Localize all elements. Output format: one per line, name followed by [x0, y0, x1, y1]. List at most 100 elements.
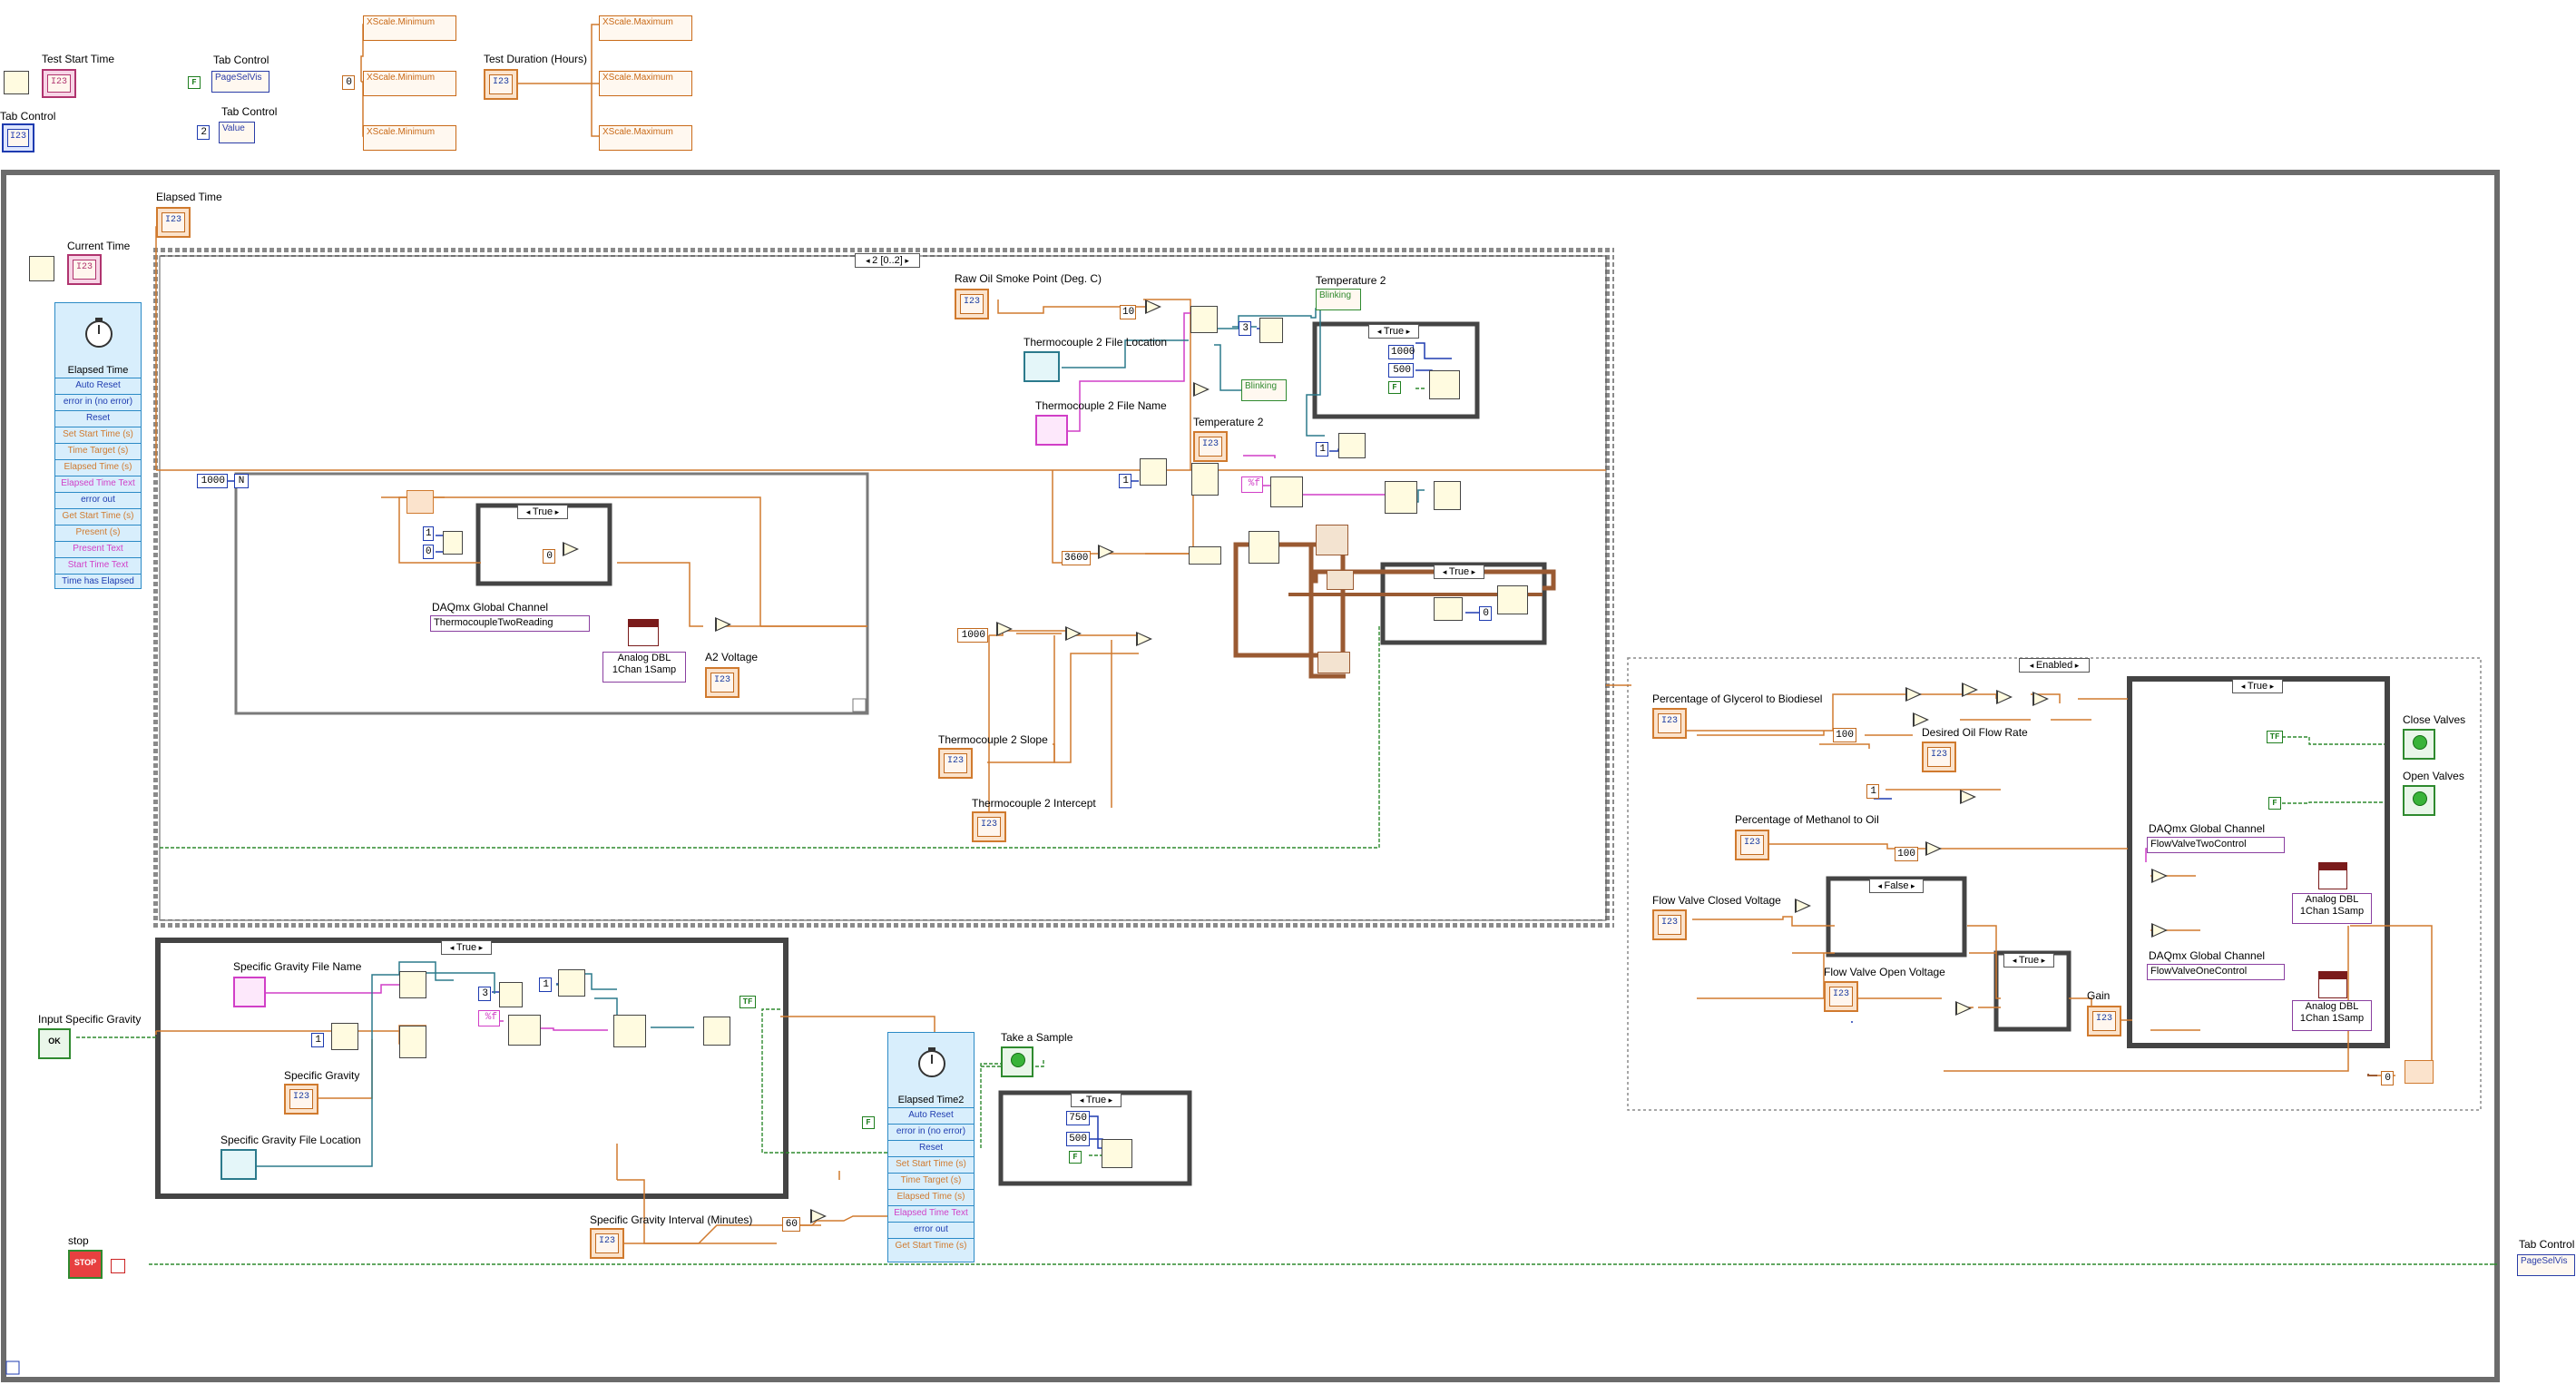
ev1-row[interactable]: Start Time Text: [55, 557, 141, 574]
constant-500-b[interactable]: 500: [1066, 1132, 1090, 1146]
desired-oil-flow-terminal[interactable]: I23: [1922, 742, 1956, 772]
constant-1-b[interactable]: 1: [1119, 474, 1131, 488]
test-duration-terminal[interactable]: I23: [484, 69, 518, 100]
sg-build-path-icon[interactable]: [499, 982, 523, 1007]
multiply-gain-node-1[interactable]: [2151, 869, 2168, 883]
elapsed-time-express-vi[interactable]: Elapsed Time Auto Reset error in (no err…: [54, 302, 142, 589]
multiply-gain-node-2[interactable]: [2151, 923, 2168, 938]
shift-register-bottom[interactable]: [2405, 1060, 2434, 1084]
divide-100-node-b[interactable]: [1925, 841, 1942, 856]
constant-0-cluster[interactable]: 0: [1479, 606, 1492, 621]
daqmx-write-icon-1[interactable]: [2318, 862, 2347, 889]
false-constant-et2[interactable]: F: [862, 1116, 875, 1129]
sg-file-name-terminal[interactable]: [233, 977, 266, 1007]
tc2-slope-terminal[interactable]: I23: [938, 748, 973, 779]
ev1-row[interactable]: Present Text: [55, 541, 141, 557]
ev1-row[interactable]: Elapsed Time (s): [55, 459, 141, 476]
blinking-node-2[interactable]: Blinking: [1241, 379, 1287, 401]
ev2-row[interactable]: error in (no error): [888, 1124, 974, 1140]
add-node-c[interactable]: [1960, 790, 1976, 804]
ev2-row[interactable]: error out: [888, 1222, 974, 1238]
a2-voltage-terminal[interactable]: I23: [705, 667, 739, 698]
constant-100-a[interactable]: 100: [1833, 728, 1856, 742]
divide-node[interactable]: [996, 622, 1013, 636]
close-valves-led[interactable]: [2403, 729, 2435, 760]
sg-write-icon[interactable]: [613, 1015, 646, 1047]
false-constant-top[interactable]: F: [188, 76, 201, 89]
input-sg-terminal[interactable]: OK: [38, 1028, 71, 1059]
build-path-icon[interactable]: [1259, 318, 1283, 343]
constant-1-f[interactable]: 1: [1866, 784, 1879, 799]
value-property-node[interactable]: Value: [219, 122, 255, 143]
xscale-maximum-node-1[interactable]: XScale.Maximum: [599, 15, 692, 41]
constant-3-a[interactable]: 3: [1239, 321, 1251, 336]
false-constant-sample[interactable]: F: [1069, 1151, 1082, 1164]
compare-node-icon[interactable]: [443, 531, 463, 555]
false-constant-sound[interactable]: F: [1388, 381, 1401, 394]
build-array-icon[interactable]: [1249, 531, 1279, 564]
ev2-row[interactable]: Auto Reset: [888, 1107, 974, 1124]
constant-3600[interactable]: 3600: [1062, 551, 1091, 565]
multiply-glycerol-node[interactable]: [1962, 683, 1978, 697]
blinking-node-1[interactable]: Blinking: [1316, 289, 1361, 310]
constant-0-inner[interactable]: 0: [423, 545, 434, 559]
ev1-row[interactable]: Time has Elapsed: [55, 574, 141, 590]
tc2-file-name-terminal[interactable]: [1035, 415, 1068, 446]
open-valves-led[interactable]: [2403, 785, 2435, 816]
case-selector-false[interactable]: False: [1869, 879, 1924, 893]
ev1-row[interactable]: Get Start Time (s): [55, 508, 141, 525]
add-glycerol-node[interactable]: [1996, 690, 2013, 704]
beep-icon[interactable]: [1429, 370, 1460, 399]
specific-gravity-terminal[interactable]: I23: [284, 1084, 318, 1115]
sg-path-icon[interactable]: [558, 969, 585, 997]
case-selector-valves[interactable]: True: [2232, 679, 2283, 693]
sg-file-location-terminal[interactable]: [220, 1149, 257, 1180]
shift-register-cluster-2[interactable]: [1317, 652, 1350, 673]
constant-100-b[interactable]: 100: [1895, 847, 1918, 861]
stop-condition-icon[interactable]: [111, 1259, 125, 1273]
xscale-minimum-node-3[interactable]: XScale.Minimum: [363, 125, 456, 151]
constant-60[interactable]: 60: [782, 1217, 800, 1232]
take-sample-led[interactable]: [1001, 1046, 1033, 1077]
constant-1-sg[interactable]: 1: [539, 977, 552, 992]
case-selector-small[interactable]: True: [2003, 953, 2054, 968]
case-selector-cluster[interactable]: True: [1434, 565, 1484, 579]
constant-1-sg-b[interactable]: 1: [311, 1033, 324, 1047]
sequence-frame-selector[interactable]: 2 [0..2]: [855, 253, 920, 268]
ev1-row[interactable]: Auto Reset: [55, 378, 141, 394]
constant-zero-top[interactable]: 0: [342, 75, 355, 90]
page-sel-vis-node-1[interactable]: PageSelVis: [211, 71, 269, 93]
xscale-maximum-node-2[interactable]: XScale.Maximum: [599, 71, 692, 96]
multiply-60-node[interactable]: [810, 1209, 827, 1223]
constant-1000-sound[interactable]: 1000: [1388, 345, 1415, 359]
xscale-maximum-node-3[interactable]: XScale.Maximum: [599, 125, 692, 151]
compare-closed-node[interactable]: [1795, 899, 1811, 913]
test-start-time-terminal[interactable]: I23: [42, 69, 76, 98]
constant-0-bottom[interactable]: 0: [2381, 1071, 2394, 1085]
constant-3-b[interactable]: 3: [478, 987, 491, 1001]
sg-close-icon[interactable]: [703, 1017, 730, 1046]
format-string-constant[interactable]: %f: [1241, 476, 1263, 493]
ev2-row[interactable]: Reset: [888, 1140, 974, 1156]
elapsed-time2-express-vi[interactable]: Elapsed Time2 Auto Reset error in (no er…: [887, 1032, 975, 1262]
tab-control-terminal-left[interactable]: I23: [2, 123, 34, 152]
flow-open-terminal[interactable]: I23: [1824, 981, 1858, 1012]
ev1-row[interactable]: Set Start Time (s): [55, 427, 141, 443]
true-constant-close[interactable]: TF: [2267, 731, 2283, 743]
multiply-slope-node[interactable]: [1065, 626, 1082, 641]
insert-array-icon[interactable]: [1497, 585, 1528, 614]
temperature2-indicator[interactable]: I23: [1193, 431, 1228, 462]
add-node-icon[interactable]: [563, 542, 579, 556]
raw-oil-terminal[interactable]: I23: [955, 289, 989, 319]
block-diagram-canvas[interactable]: [0, 0, 2576, 1385]
sg-true-constant[interactable]: TF: [739, 996, 756, 1008]
ev1-row[interactable]: Elapsed Time Text: [55, 476, 141, 492]
format-to-string-icon[interactable]: [1270, 476, 1303, 507]
divide-3600-node[interactable]: [1098, 545, 1114, 559]
flow-closed-terminal[interactable]: I23: [1652, 909, 1687, 940]
constant-0-case[interactable]: 0: [543, 549, 555, 564]
add-node-b[interactable]: [1913, 712, 1929, 727]
ev2-row[interactable]: Set Start Time (s): [888, 1156, 974, 1173]
waveform-icon[interactable]: [1316, 525, 1348, 555]
ev2-row[interactable]: Elapsed Time Text: [888, 1205, 974, 1222]
